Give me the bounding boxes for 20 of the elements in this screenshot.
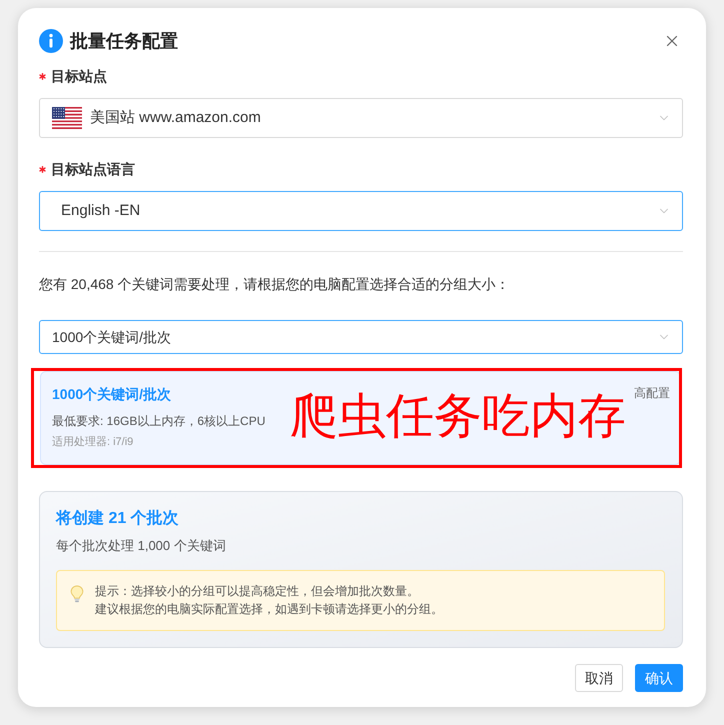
field-label: 目标站点 bbox=[51, 67, 107, 86]
option-processors: 适用处理器: i7/i9 bbox=[52, 435, 134, 450]
lightbulb-icon bbox=[70, 585, 84, 603]
prompt-text: 您有 20,468 个关键词需要处理，请根据您的电脑配置选择合适的分组大小： bbox=[39, 275, 511, 294]
option-tag: 高配置 bbox=[634, 384, 670, 402]
info-icon bbox=[39, 29, 63, 53]
tip-text: 提示：选择较小的分组可以提高稳定性，但会增加批次数量。 bbox=[95, 583, 420, 600]
annotation-text: 爬虫任务吃内存 bbox=[290, 393, 626, 441]
summary-title: 将创建 21 个批次 bbox=[56, 508, 180, 529]
option-title: 1000个关键词/批次 bbox=[52, 385, 172, 404]
group-size-select[interactable]: 1000个关键词/批次 bbox=[39, 320, 683, 354]
select-field[interactable]: English -EN bbox=[39, 191, 683, 231]
tip-text: 建议根据您的电脑实际配置选择，如遇到卡顿请选择更小的分组。 bbox=[95, 601, 443, 618]
option-requirement: 最低要求: 16GB以上内存，6核以上CPU bbox=[52, 413, 266, 430]
dialog-title: 批量任务配置 bbox=[70, 30, 178, 52]
select-field[interactable]: 美国站 www.amazon.com bbox=[39, 98, 683, 138]
cancel-button[interactable]: 取消 bbox=[575, 664, 623, 692]
flag-icon bbox=[52, 107, 82, 129]
field-label: 目标站点语言 bbox=[51, 160, 135, 179]
summary-subtitle: 每个批次处理 1,000 个关键词 bbox=[56, 537, 227, 555]
